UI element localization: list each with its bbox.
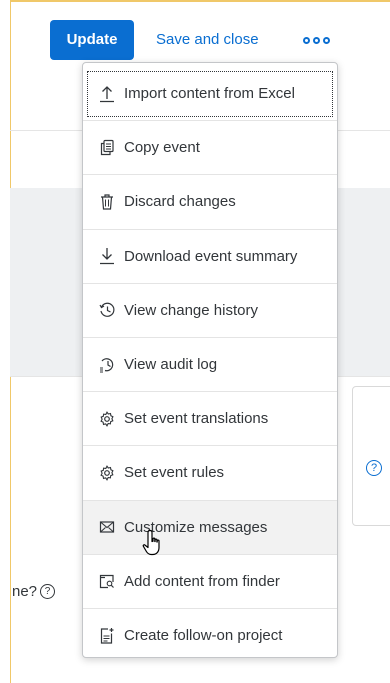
help-icon[interactable]: ? bbox=[366, 460, 382, 476]
menu-item-add-from-finder[interactable]: Add content from finder bbox=[83, 555, 337, 609]
menu-item-label: Import content from Excel bbox=[124, 85, 295, 103]
download-icon bbox=[99, 247, 115, 265]
finder-icon bbox=[99, 572, 115, 590]
side-card bbox=[352, 386, 390, 526]
question-text: ne?? bbox=[12, 583, 56, 600]
menu-item-label: Create follow-on project bbox=[124, 627, 283, 645]
audit-log-icon bbox=[99, 356, 115, 374]
gear-icon bbox=[99, 464, 115, 482]
menu-item-follow-on-project[interactable]: Create follow-on project bbox=[83, 609, 337, 663]
menu-item-label: Copy event bbox=[124, 139, 200, 157]
history-icon bbox=[99, 301, 115, 319]
menu-item-label: Set event translations bbox=[124, 410, 269, 428]
gear-icon bbox=[99, 410, 115, 428]
upload-icon bbox=[99, 85, 115, 103]
copy-icon bbox=[99, 139, 115, 157]
help-icon[interactable]: ? bbox=[40, 584, 56, 599]
envelope-icon bbox=[99, 518, 115, 536]
menu-item-event-rules[interactable]: Set event rules bbox=[83, 446, 337, 501]
more-options-icon[interactable] bbox=[296, 30, 336, 50]
menu-item-customize-messages[interactable]: Customize messages bbox=[83, 500, 337, 555]
hand-pointer-icon bbox=[141, 528, 171, 558]
menu-item-event-translations[interactable]: Set event translations bbox=[83, 392, 337, 447]
menu-item-label: View audit log bbox=[124, 356, 218, 374]
trash-icon bbox=[99, 193, 115, 211]
menu-item-label: Add content from finder bbox=[124, 572, 280, 590]
question-fragment: ne? bbox=[12, 583, 38, 600]
menu-item-change-history[interactable]: View change history bbox=[83, 284, 337, 338]
menu-item-label: View change history bbox=[124, 301, 258, 319]
menu-item-discard-changes[interactable]: Discard changes bbox=[83, 175, 337, 230]
menu-item-label: Download event summary bbox=[124, 247, 298, 265]
menu-item-label: Discard changes bbox=[124, 193, 236, 211]
actions-menu: Import content from Excel Copy event Dis… bbox=[82, 62, 338, 658]
save-and-close-button[interactable]: Save and close bbox=[156, 20, 259, 60]
menu-item-import-excel[interactable]: Import content from Excel bbox=[83, 67, 337, 122]
menu-item-copy-event[interactable]: Copy event bbox=[83, 121, 337, 176]
menu-item-download-summary[interactable]: Download event summary bbox=[83, 230, 337, 284]
menu-item-label: Set event rules bbox=[124, 464, 225, 482]
menu-item-audit-log[interactable]: View audit log bbox=[83, 338, 337, 393]
new-document-icon bbox=[99, 627, 115, 645]
page-top-border bbox=[10, 0, 390, 2]
update-button[interactable]: Update bbox=[50, 20, 134, 60]
